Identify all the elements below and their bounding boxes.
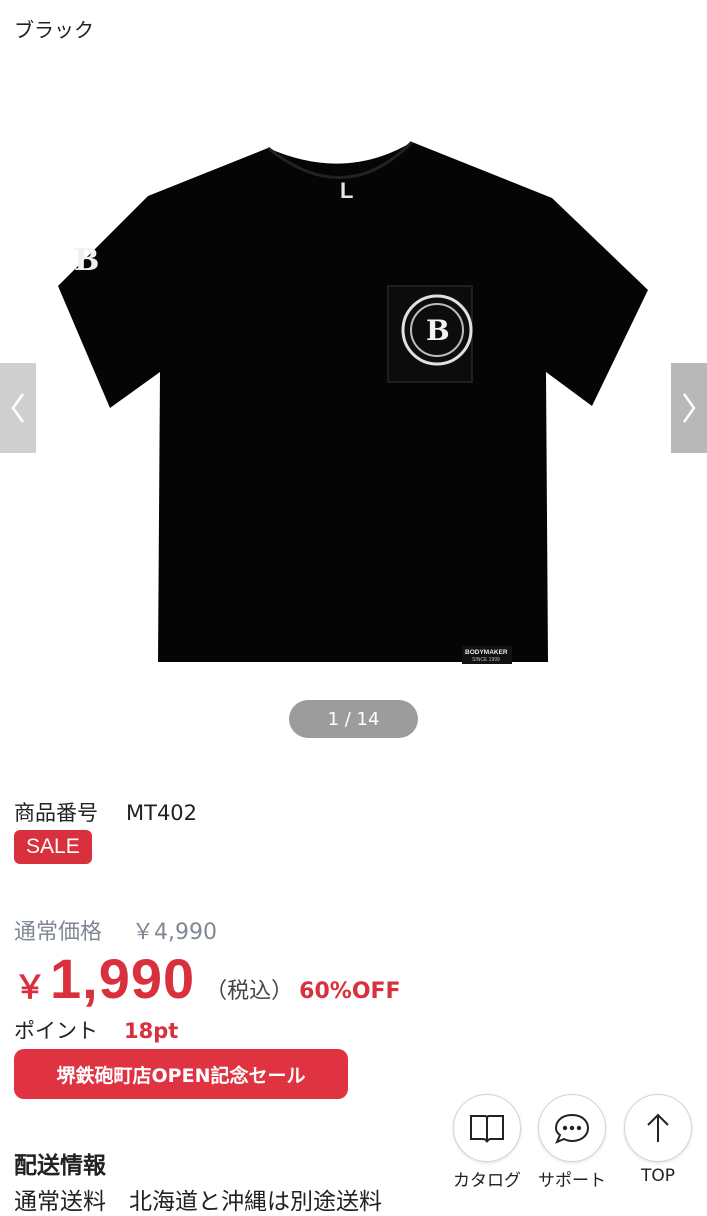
prev-image-button[interactable] (0, 363, 36, 453)
top-button[interactable]: TOP (624, 1094, 692, 1186)
campaign-button[interactable]: 堺鉄砲町店OPEN記念セール (14, 1049, 348, 1099)
product-number-value: MT402 (126, 801, 198, 825)
tshirt-shape (58, 142, 648, 662)
next-image-button[interactable] (671, 363, 707, 453)
catalog-button-circle[interactable] (453, 1094, 521, 1162)
pocket-emblem-letter: B (426, 314, 450, 347)
hem-tag-since: SINCE 1999 (472, 657, 500, 663)
shipping-title: 配送情報 (14, 1153, 106, 1179)
hem-tag-brand: BODYMAKER (465, 649, 508, 656)
top-button-circle[interactable] (624, 1094, 692, 1162)
chat-icon (554, 1113, 590, 1144)
shipping-text: 通常送料 北海道と沖縄は別途送料 (14, 1189, 382, 1215)
arrow-up-icon (647, 1113, 669, 1142)
sale-badge: SALE (14, 830, 92, 864)
support-label: サポート (538, 1171, 606, 1191)
points: ポイント 18pt (14, 1015, 178, 1045)
tshirt-image: L B B BODYMAKER SINCE 1999 (58, 140, 648, 664)
sleeve-print: B (74, 243, 99, 278)
regular-price: 通常価格 ￥4,990 (14, 914, 217, 946)
product-number-label: 商品番号 (14, 801, 98, 825)
currency-symbol: ￥ (14, 968, 47, 1006)
selected-color-label: ブラック (14, 18, 94, 42)
regular-price-label: 通常価格 (14, 920, 103, 945)
image-pager: 1 / 14 (289, 700, 418, 738)
product-image[interactable]: L B B BODYMAKER SINCE 1999 (0, 90, 707, 690)
book-icon (470, 1115, 504, 1143)
catalog-button[interactable]: カタログ (453, 1094, 521, 1191)
support-button[interactable]: サポート (538, 1094, 606, 1191)
sale-price-row: ￥ 1,990 （税込） 60%OFF (14, 946, 401, 1011)
size-print: L (340, 178, 353, 203)
tax-note: （税込） (205, 979, 294, 1004)
chevron-right-icon (682, 393, 696, 423)
sale-price: 1,990 (50, 947, 196, 1010)
points-label: ポイント (14, 1019, 98, 1043)
product-number: 商品番号 MT402 (14, 797, 197, 827)
points-value: 18pt (124, 1019, 179, 1043)
chevron-left-icon (11, 393, 25, 423)
catalog-label: カタログ (453, 1171, 521, 1191)
top-label: TOP (640, 1166, 676, 1186)
discount-label: 60%OFF (299, 979, 401, 1004)
regular-price-value: ￥4,990 (132, 920, 217, 945)
support-button-circle[interactable] (538, 1094, 606, 1162)
